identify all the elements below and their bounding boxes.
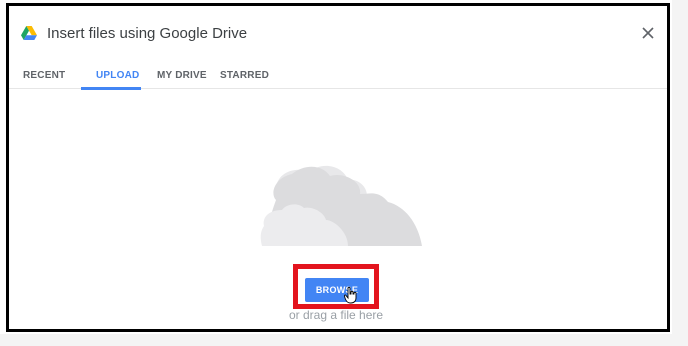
- dialog-header: Insert files using Google Drive RECENT U…: [9, 6, 667, 90]
- dialog-title: Insert files using Google Drive: [47, 25, 248, 42]
- background-edge-right: [672, 0, 688, 346]
- tab-my-drive[interactable]: MY DRIVE: [157, 70, 207, 81]
- tab-upload[interactable]: UPLOAD: [96, 70, 139, 81]
- cloud-icon: [260, 165, 422, 246]
- drag-file-hint: or drag a file here: [289, 308, 384, 322]
- tab-recent[interactable]: RECENT: [23, 70, 65, 81]
- hand-pointer-icon: [344, 286, 357, 304]
- browse-button[interactable]: BROWSE: [305, 278, 369, 302]
- background-edge-bottom: [0, 334, 688, 346]
- close-icon[interactable]: [637, 22, 659, 44]
- tab-starred[interactable]: STARRED: [220, 70, 269, 81]
- google-drive-icon: [21, 26, 37, 40]
- active-tab-indicator: [81, 87, 141, 90]
